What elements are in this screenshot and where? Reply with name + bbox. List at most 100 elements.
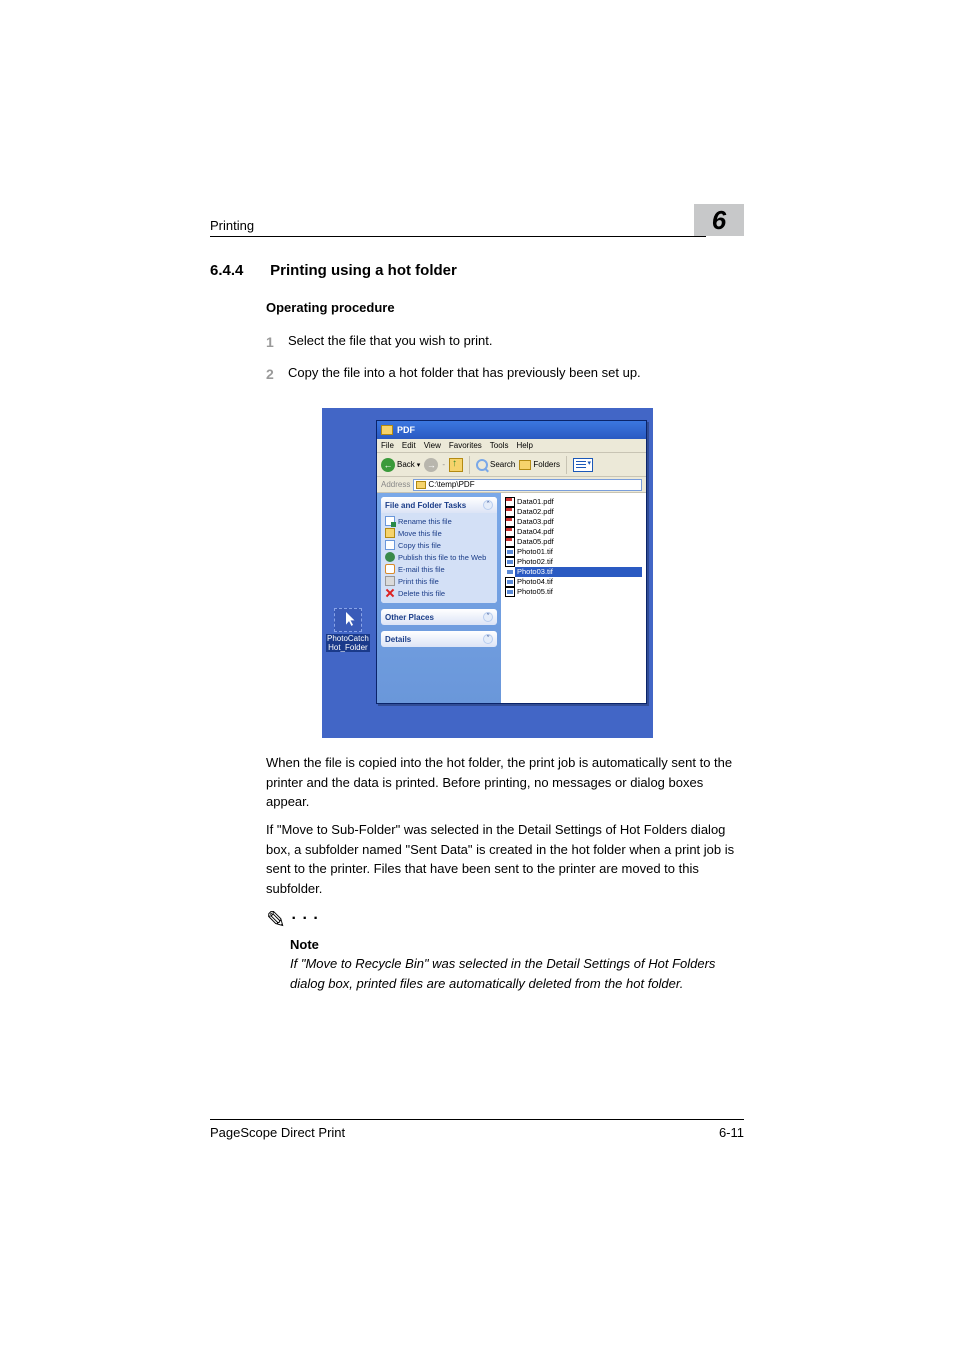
body-paragraph-2: If "Move to Sub-Folder" was selected in … <box>266 820 744 898</box>
folders-label: Folders <box>533 460 560 469</box>
menu-help[interactable]: Help <box>516 441 532 450</box>
note-dots: . . . <box>286 906 319 923</box>
views-button[interactable] <box>573 458 593 472</box>
tif-icon <box>505 547 515 557</box>
file-item[interactable]: Data02.pdf <box>505 507 642 517</box>
file-name: Data04.pdf <box>517 527 554 536</box>
forward-button[interactable]: → <box>424 458 438 472</box>
step-text: Select the file that you wish to print. <box>288 332 744 351</box>
task-label: Rename this file <box>398 517 452 526</box>
delete-icon <box>385 588 395 598</box>
back-label: Back <box>397 460 415 469</box>
chapter-number: 6 <box>694 204 744 236</box>
folder-icon <box>381 425 393 435</box>
running-head: Printing <box>210 218 254 233</box>
step-1: 1 Select the file that you wish to print… <box>266 332 744 351</box>
file-name: Photo05.tif <box>517 587 553 596</box>
task-label: Print this file <box>398 577 439 586</box>
copy-icon <box>385 540 395 550</box>
task-label: Delete this file <box>398 589 445 598</box>
details-panel: Details ˇ <box>381 631 497 647</box>
task-copy[interactable]: Copy this file <box>385 539 493 551</box>
footer-page: 6-11 <box>719 1125 744 1140</box>
file-item[interactable]: Photo05.tif <box>505 587 642 597</box>
pdf-icon <box>505 507 515 517</box>
file-name: Data03.pdf <box>517 517 554 526</box>
note-block: ✎ . . . Note If "Move to Recycle Bin" wa… <box>266 906 744 993</box>
file-item[interactable]: Data04.pdf <box>505 527 642 537</box>
file-item[interactable]: Photo04.tif <box>505 577 642 587</box>
menu-edit[interactable]: Edit <box>402 441 416 450</box>
task-move[interactable]: Move this file <box>385 527 493 539</box>
file-name: Photo02.tif <box>517 557 553 566</box>
file-item[interactable]: Photo02.tif <box>505 557 642 567</box>
rename-icon <box>385 516 395 526</box>
tif-icon <box>505 577 515 587</box>
note-icon: ✎ <box>266 907 286 934</box>
footer-rule <box>210 1119 744 1120</box>
email-icon <box>385 564 395 574</box>
back-button[interactable]: ← Back ▾ <box>381 458 420 472</box>
file-name: Data05.pdf <box>517 537 554 546</box>
file-item[interactable]: Data01.pdf <box>505 497 642 507</box>
file-item[interactable]: Data05.pdf <box>505 537 642 547</box>
pdf-icon <box>505 517 515 527</box>
task-delete[interactable]: Delete this file <box>385 587 493 599</box>
file-name: Photo01.tif <box>517 547 553 556</box>
task-pane: File and Folder Tasks ˆ Rename this file… <box>377 493 501 703</box>
section-title: Printing using a hot folder <box>270 262 457 279</box>
other-places-panel: Other Places ˇ <box>381 609 497 625</box>
step-number: 2 <box>266 364 274 384</box>
folders-icon <box>519 460 531 470</box>
window-title: PDF <box>397 425 415 435</box>
task-email[interactable]: E-mail this file <box>385 563 493 575</box>
search-button[interactable]: Search <box>476 459 515 471</box>
menu-file[interactable]: File <box>381 441 394 450</box>
step-2: 2 Copy the file into a hot folder that h… <box>266 364 744 383</box>
step-number: 1 <box>266 332 274 352</box>
task-rename[interactable]: Rename this file <box>385 515 493 527</box>
search-label: Search <box>490 460 515 469</box>
file-name: Photo04.tif <box>517 577 553 586</box>
publish-icon <box>385 552 395 562</box>
header-rule <box>210 236 706 237</box>
print-icon <box>385 576 395 586</box>
address-input[interactable]: C:\temp\PDF <box>413 479 642 491</box>
move-icon <box>385 528 395 538</box>
desktop-label-1: PhotoCatch <box>326 634 370 643</box>
menu-tools[interactable]: Tools <box>490 441 509 450</box>
dropdown-icon[interactable]: ▾ <box>417 461 421 469</box>
panel-title: File and Folder Tasks <box>385 501 466 510</box>
pdf-icon <box>505 537 515 547</box>
tif-icon <box>505 557 515 567</box>
collapse-icon[interactable]: ˆ <box>483 500 493 510</box>
folders-button[interactable]: Folders <box>519 460 560 470</box>
note-label: Note <box>290 937 744 952</box>
desktop-label-2: Hot_Folder <box>326 643 370 652</box>
panel-title: Details <box>385 635 411 644</box>
file-item[interactable]: Photo01.tif <box>505 547 642 557</box>
task-label: Copy this file <box>398 541 441 550</box>
menu-view[interactable]: View <box>424 441 441 450</box>
explorer-window: PDF File Edit View Favorites Tools Help … <box>376 420 647 704</box>
search-icon <box>476 459 488 471</box>
up-one-level-button[interactable] <box>449 458 463 472</box>
body-paragraph-1: When the file is copied into the hot fol… <box>266 753 744 812</box>
tif-icon <box>505 567 515 577</box>
task-publish[interactable]: Publish this file to the Web <box>385 551 493 563</box>
menu-favorites[interactable]: Favorites <box>449 441 482 450</box>
subheading: Operating procedure <box>266 300 395 315</box>
file-item[interactable]: Data03.pdf <box>505 517 642 527</box>
expand-icon[interactable]: ˇ <box>483 634 493 644</box>
toolbar-dash: - <box>442 460 445 469</box>
tif-icon <box>505 587 515 597</box>
task-print[interactable]: Print this file <box>385 575 493 587</box>
task-label: E-mail this file <box>398 565 445 574</box>
folder-icon <box>416 481 426 489</box>
file-name: Data02.pdf <box>517 507 554 516</box>
expand-icon[interactable]: ˇ <box>483 612 493 622</box>
task-label: Publish this file to the Web <box>398 553 486 562</box>
file-item-selected[interactable]: Photo03.tif <box>505 567 642 577</box>
titlebar[interactable]: PDF <box>377 421 646 439</box>
panel-title: Other Places <box>385 613 434 622</box>
